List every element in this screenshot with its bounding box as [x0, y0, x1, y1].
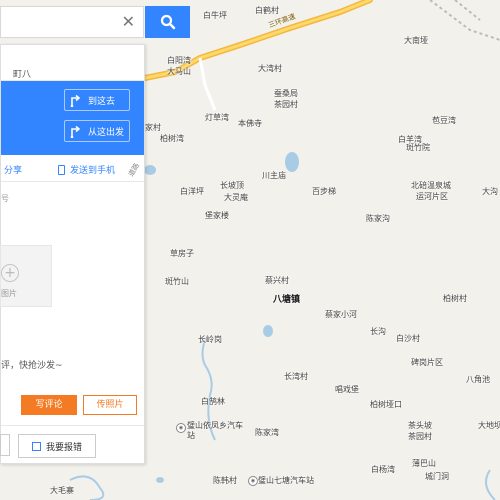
place-label[interactable]: 长岭岗: [198, 334, 222, 345]
place-label[interactable]: 白牛坪: [203, 10, 227, 21]
place-label[interactable]: 长坡顶: [220, 180, 244, 191]
place-detail-panel: ✕ 町八 到这去 从这出发 分享 发送到手机 号 + 图片 评，快抢沙发~ 写评…: [0, 0, 190, 500]
place-label[interactable]: 白鹤村: [255, 5, 279, 16]
place-label[interactable]: 蔡家小河: [325, 309, 357, 320]
search-input[interactable]: ✕: [0, 6, 144, 38]
place-label[interactable]: 灯草湾: [205, 112, 229, 123]
place-label[interactable]: 斑竹院: [406, 142, 430, 153]
phone-icon: [58, 164, 65, 175]
place-title-row: 町八: [1, 45, 144, 81]
place-label[interactable]: 草房子: [170, 248, 194, 259]
place-label[interactable]: 茶园村: [274, 99, 298, 110]
place-label[interactable]: 苞豆湾: [432, 115, 456, 126]
place-label[interactable]: 陈韩村: [213, 475, 237, 486]
search-button[interactable]: [145, 6, 190, 38]
route-to-label: 到这去: [88, 96, 116, 107]
report-error-button[interactable]: 我要报错: [18, 434, 96, 458]
report-row: 我要报错: [0, 425, 144, 464]
place-label[interactable]: 大南垭: [404, 35, 428, 46]
place-label[interactable]: 北碚温泉城: [411, 180, 451, 191]
place-label[interactable]: 长沟: [370, 326, 386, 337]
bus-station-icon[interactable]: ◉: [248, 476, 258, 486]
place-label[interactable]: 大沟: [482, 186, 498, 197]
route-to-icon: [70, 94, 81, 107]
place-label[interactable]: 家村: [145, 122, 161, 133]
place-label[interactable]: 城门洞: [425, 471, 449, 482]
bus-station-label[interactable]: 璧山七塘汽车站: [258, 475, 314, 486]
place-label[interactable]: 唱戏堡: [335, 384, 359, 395]
place-title: 町八: [13, 70, 32, 80]
place-label[interactable]: 陈家湾: [255, 427, 279, 438]
place-label[interactable]: 斑竹山: [165, 276, 189, 287]
send-to-phone-label: 发送到手机: [70, 166, 116, 176]
place-label[interactable]: 白阳湾: [167, 55, 191, 66]
place-label[interactable]: 大地坝: [478, 420, 500, 431]
route-to-button[interactable]: 到这去: [64, 89, 130, 111]
place-label[interactable]: 柏树村: [443, 293, 467, 304]
bus-station-label[interactable]: 璧山依凤乡汽车站: [187, 421, 243, 441]
upload-photo-button[interactable]: 传照片: [83, 395, 137, 415]
report-left-button[interactable]: [0, 434, 10, 456]
place-label[interactable]: 运河片区: [416, 191, 448, 202]
action-row: 分享 发送到手机: [1, 157, 144, 182]
place-label[interactable]: 大灵庵: [224, 192, 248, 203]
place-label[interactable]: 大湾村: [258, 63, 282, 74]
search-icon: [160, 14, 175, 30]
place-label[interactable]: 大马山: [167, 66, 191, 77]
route-from-icon: [70, 125, 81, 138]
place-label[interactable]: 柏树湾: [160, 133, 184, 144]
place-label[interactable]: 本佛寺: [238, 118, 262, 129]
place-label[interactable]: 柏树垭口: [370, 399, 402, 410]
send-to-phone-button[interactable]: 发送到手机: [58, 163, 115, 176]
place-label[interactable]: 陈家沟: [366, 213, 390, 224]
place-label[interactable]: 碑岗片区: [411, 357, 443, 368]
share-button[interactable]: 分享: [4, 163, 22, 176]
place-label[interactable]: 堡家楼: [205, 210, 229, 221]
place-label[interactable]: 川主庙: [262, 170, 286, 181]
place-label[interactable]: 蔡兴村: [265, 275, 289, 286]
town-label[interactable]: 八塘镇: [273, 292, 300, 305]
place-label[interactable]: 薄巴山: [412, 458, 436, 469]
place-label[interactable]: 百步梯: [312, 186, 336, 197]
place-label[interactable]: 白鹄林: [201, 396, 225, 407]
plus-icon: +: [1, 264, 19, 282]
route-header: 到这去 从这出发: [1, 81, 144, 155]
route-from-button[interactable]: 从这出发: [64, 120, 130, 142]
place-label[interactable]: 蚕桑局: [274, 88, 298, 99]
place-label[interactable]: 茶园村: [408, 431, 432, 442]
edit-icon: [31, 441, 41, 451]
upload-photo-label: 图片: [1, 289, 17, 298]
place-label[interactable]: 茶头坡: [408, 420, 432, 431]
place-label[interactable]: 白洋坪: [180, 186, 204, 197]
report-error-label: 我要报错: [45, 442, 82, 453]
close-icon[interactable]: ✕: [122, 13, 135, 31]
place-label[interactable]: 长湾村: [284, 371, 308, 382]
address-line: 号: [1, 194, 9, 203]
bus-station-icon[interactable]: ◉: [176, 423, 186, 433]
upload-photo-box[interactable]: + 图片: [0, 245, 52, 307]
review-prompt: 评，快抢沙发~: [1, 361, 63, 371]
place-card: 町八 到这去 从这出发 分享 发送到手机 号 + 图片 评，快抢沙发~ 写评论 …: [0, 44, 145, 464]
place-label[interactable]: 白杨湾: [371, 464, 395, 475]
write-review-button[interactable]: 写评论: [21, 395, 77, 415]
route-from-label: 从这出发: [88, 127, 125, 138]
place-label[interactable]: 白沙村: [396, 333, 420, 344]
place-label[interactable]: 八角池: [466, 374, 490, 385]
